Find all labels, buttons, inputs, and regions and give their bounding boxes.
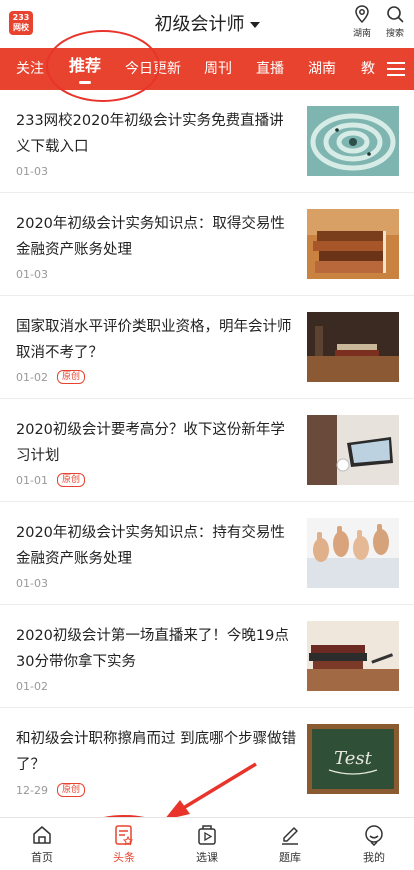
annotation-arrow-icon — [164, 762, 257, 820]
article-item[interactable]: 2020初级会计第一场直播来了！今晚19点30分带你拿下实务 01-02 — [0, 605, 414, 708]
tab-teaching[interactable]: 教 — [361, 48, 375, 90]
menu-icon-line — [387, 74, 405, 76]
article-thumbnail — [307, 106, 399, 176]
original-badge: 原创 — [57, 370, 86, 384]
bottom-navigation: 首页 头条 选课 题库 我的 — [0, 817, 414, 870]
location-pin-icon — [355, 5, 369, 24]
profile-icon — [365, 825, 383, 846]
nav-home[interactable]: 首页 — [12, 824, 72, 865]
page-title: 初级会计师 — [154, 14, 245, 35]
location-button[interactable]: 湖南 — [347, 4, 377, 39]
article-thumbnail — [307, 415, 399, 485]
nav-label: 选课 — [196, 851, 218, 864]
search-button[interactable]: 搜索 — [380, 4, 410, 39]
course-icon — [198, 825, 216, 845]
nav-label: 头条 — [113, 851, 135, 864]
article-date: 01-03 — [16, 268, 48, 281]
article-item[interactable]: 2020初级会计要考高分？收下这份新年学习计划 01-01 原创 — [0, 399, 414, 502]
tab-recommend-label: 推荐 — [69, 56, 102, 75]
article-date: 01-02 — [16, 680, 48, 693]
caret-down-icon — [249, 22, 260, 28]
category-tabs: 关注 推荐 今日更新 周刊 直播 湖南 教 — [0, 48, 414, 90]
article-thumbnail — [307, 518, 399, 588]
active-tab-indicator — [79, 81, 91, 84]
article-item[interactable]: 2020年初级会计实务知识点：取得交易性金融资产账务处理 01-03 — [0, 193, 414, 296]
menu-icon-line — [387, 62, 405, 64]
nav-label: 首页 — [31, 851, 53, 864]
article-date: 01-03 — [16, 577, 48, 590]
article-title: 2020年初级会计实务知识点：持有交易性金融资产账务处理 — [16, 525, 285, 567]
article-thumbnail: Test — [307, 724, 399, 794]
original-badge: 原创 — [57, 473, 86, 487]
nav-label: 题库 — [279, 851, 301, 864]
nav-label: 我的 — [363, 851, 385, 864]
original-badge: 原创 — [57, 783, 86, 797]
question-bank-icon — [282, 827, 298, 845]
tab-follow[interactable]: 关注 — [16, 48, 44, 90]
article-title: 233网校2020年初级会计实务免费直播讲义下载入口 — [16, 113, 284, 155]
article-thumbnail — [307, 312, 399, 382]
menu-icon-line — [387, 68, 405, 70]
headline-icon — [115, 825, 134, 846]
article-thumbnail — [307, 621, 399, 691]
article-date: 01-01 — [16, 474, 48, 487]
article-date: 12-29 — [16, 784, 48, 797]
top-header: 233 网校 初级会计师 湖南 搜索 — [0, 0, 414, 48]
search-label: 搜索 — [385, 29, 404, 39]
nav-profile[interactable]: 我的 — [344, 824, 404, 865]
article-item[interactable]: 2020年初级会计实务知识点：持有交易性金融资产账务处理 01-03 — [0, 502, 414, 605]
article-thumbnail — [307, 209, 399, 279]
article-list: 233网校2020年初级会计实务免费直播讲义下载入口 01-03 2020年初级… — [0, 90, 414, 811]
article-date: 01-03 — [16, 165, 48, 178]
nav-question-bank[interactable]: 题库 — [260, 824, 320, 865]
thumbnail-chalk-text: Test — [334, 748, 372, 769]
tab-weekly[interactable]: 周刊 — [204, 48, 232, 90]
location-label: 湖南 — [352, 29, 371, 39]
tab-hunan[interactable]: 湖南 — [308, 48, 336, 90]
tab-live[interactable]: 直播 — [256, 48, 284, 90]
article-item[interactable]: 233网校2020年初级会计实务免费直播讲义下载入口 01-03 — [0, 90, 414, 193]
article-title: 国家取消水平评价类职业资格，明年会计师取消不考了？ — [16, 319, 292, 361]
home-icon — [33, 826, 51, 844]
article-title: 2020初级会计第一场直播来了！今晚19点30分带你拿下实务 — [16, 628, 289, 670]
search-icon — [387, 6, 404, 23]
tab-recommend[interactable]: 推荐 — [69, 48, 101, 90]
article-item[interactable]: 国家取消水平评价类职业资格，明年会计师取消不考了？ 01-02 原创 — [0, 296, 414, 399]
nav-courses[interactable]: 选课 — [177, 824, 237, 865]
nav-headlines[interactable]: 头条 — [94, 824, 154, 865]
tabs-menu-button[interactable] — [378, 48, 414, 90]
tab-today-updates[interactable]: 今日更新 — [125, 48, 181, 90]
article-title: 2020年初级会计实务知识点：取得交易性金融资产账务处理 — [16, 216, 285, 258]
article-date: 01-02 — [16, 371, 48, 384]
article-title: 2020初级会计要考高分？收下这份新年学习计划 — [16, 422, 285, 464]
